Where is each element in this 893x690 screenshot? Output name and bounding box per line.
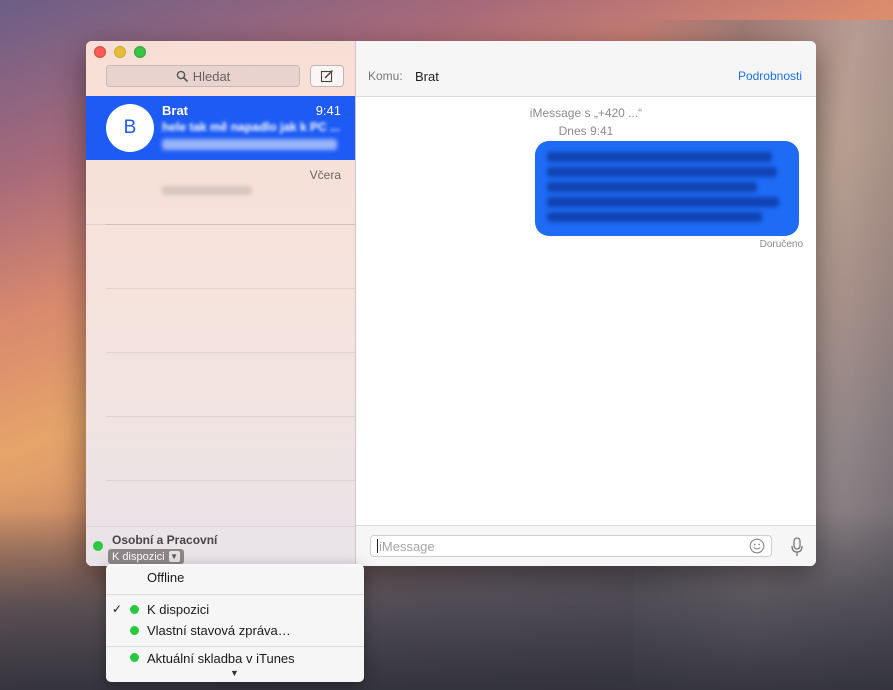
- window-controls: [94, 46, 146, 58]
- menu-divider: [106, 594, 364, 595]
- recipient-label: Komu:: [368, 69, 403, 83]
- list-divider: [106, 416, 355, 417]
- conversation-preview: hele tak mě napadlo jak k PC ...: [162, 120, 344, 150]
- search-placeholder: Hledat: [192, 68, 231, 84]
- account-status-bar: Osobní a Pracovní K dispozici ▼: [86, 526, 355, 566]
- minimize-button[interactable]: [114, 46, 126, 58]
- messages-window: Hledat B Brat 9:41 hele tak mě napadlo j…: [86, 41, 816, 566]
- avatar: B: [106, 104, 154, 152]
- list-divider: [106, 480, 355, 481]
- blurred-message-line: [547, 212, 762, 222]
- compose-button[interactable]: [310, 65, 344, 87]
- menu-item-label: Offline: [147, 569, 185, 585]
- emoji-icon[interactable]: [749, 538, 765, 554]
- blurred-message-line: [547, 152, 772, 162]
- conversation-name: Brat: [162, 103, 189, 118]
- checkmark-icon: ✓: [112, 602, 123, 616]
- search-field[interactable]: Hledat: [106, 65, 300, 87]
- message-input-placeholder: iMessage: [379, 538, 435, 554]
- blurred-message-text: [535, 141, 799, 233]
- recipient-field[interactable]: Brat: [415, 69, 439, 84]
- menu-item-label: Aktuální skladba v iTunes: [147, 651, 295, 665]
- details-button[interactable]: Podrobnosti: [738, 69, 802, 83]
- conversation-time: 9:41: [315, 103, 341, 118]
- blurred-message-line: [547, 167, 777, 177]
- sidebar: Hledat B Brat 9:41 hele tak mě napadlo j…: [86, 41, 356, 566]
- microphone-icon[interactable]: [790, 537, 804, 557]
- message-bubble[interactable]: [535, 141, 799, 236]
- account-name: Osobní a Pracovní: [112, 533, 218, 547]
- blurred-conversation-preview: [162, 186, 252, 195]
- message-date: Dnes 9:41: [558, 124, 614, 138]
- chat-pane: Komu: Brat Podrobnosti iMessage s „+420 …: [356, 41, 816, 566]
- green-status-dot-icon: [130, 653, 139, 662]
- menu-item-itunes-track[interactable]: Aktuální skladba v iTunes: [106, 651, 364, 665]
- menu-item-label: Vlastní stavová zpráva…: [147, 622, 291, 638]
- blurred-message-line: [547, 197, 779, 207]
- list-divider: [106, 288, 355, 289]
- status-select-value: K dispozici: [112, 550, 165, 563]
- text-cursor: [377, 539, 378, 553]
- message-composer: iMessage: [356, 525, 816, 566]
- scroll-down-arrow-icon[interactable]: ▼: [230, 668, 239, 678]
- green-status-dot-icon: [130, 625, 139, 635]
- status-select[interactable]: K dispozici ▼: [108, 549, 184, 564]
- menu-item-offline[interactable]: Offline: [106, 567, 364, 587]
- menu-item-custom-status[interactable]: Vlastní stavová zpráva…: [106, 620, 364, 640]
- green-status-dot-icon: [130, 604, 139, 614]
- menu-item-label: K dispozici: [147, 601, 210, 617]
- conversation-item[interactable]: Včera: [86, 160, 355, 225]
- search-icon: [176, 70, 188, 82]
- close-button[interactable]: [94, 46, 106, 58]
- conversation-preview-text: hele tak mě napadlo jak k PC ...: [162, 120, 341, 134]
- zoom-button[interactable]: [134, 46, 146, 58]
- chevron-down-icon: ▼: [168, 551, 180, 562]
- service-info: iMessage s „+420 ...“: [529, 106, 643, 120]
- list-divider: [106, 352, 355, 353]
- available-status-icon: [93, 541, 103, 551]
- compose-icon: [320, 70, 333, 83]
- menu-item-available[interactable]: ✓ K dispozici: [106, 599, 364, 619]
- blurred-message-line: [547, 182, 757, 192]
- status-dropdown-menu: Offline ✓ K dispozici Vlastní stavová zp…: [106, 564, 364, 682]
- conversation-item-selected[interactable]: B Brat 9:41 hele tak mě napadlo jak k PC…: [86, 96, 355, 160]
- chat-header: Komu: Brat Podrobnosti: [356, 41, 816, 97]
- menu-divider: [106, 646, 364, 647]
- blurred-preview-line: [162, 139, 337, 150]
- conversation-time: Včera: [309, 168, 341, 182]
- delivery-status: Doručeno: [759, 239, 803, 250]
- list-divider: [106, 224, 355, 225]
- message-input[interactable]: iMessage: [370, 535, 772, 557]
